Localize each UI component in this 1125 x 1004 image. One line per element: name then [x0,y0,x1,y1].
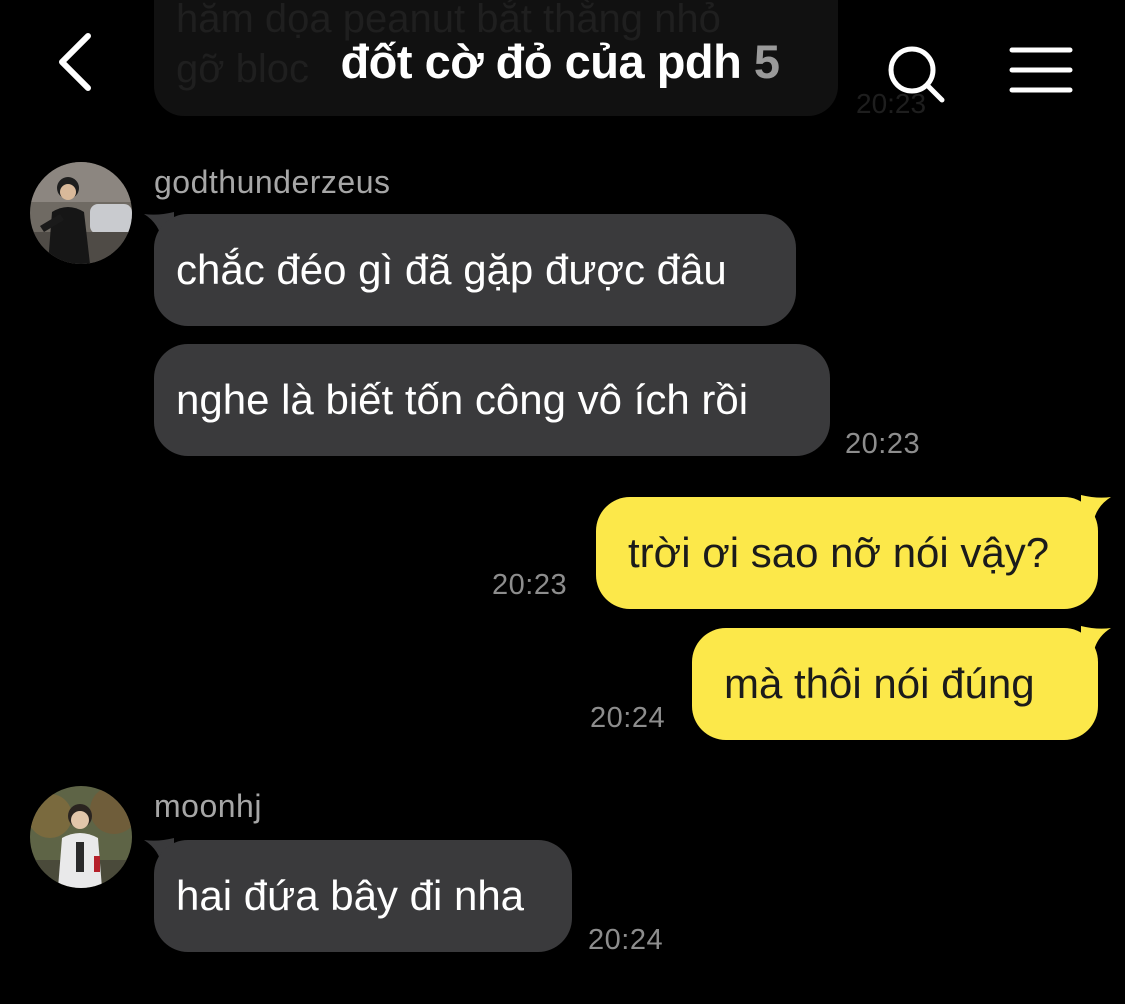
bubble-tail [1081,626,1111,656]
sender-name: godthunderzeus [154,164,391,200]
member-count: 5 [753,35,780,88]
message-bubble-outgoing[interactable]: trời ơi sao nỡ nói vậy? [596,497,1098,609]
message-time: 20:23 [845,428,921,460]
message-bubble[interactable]: nghe là biết tốn công vô ích rồi [154,344,830,456]
hamburger-menu-icon [1009,47,1073,93]
message-bubble[interactable]: chắc đéo gì đã gặp được đâu [154,214,796,326]
avatar-moonhj[interactable] [30,786,132,888]
sender-name: moonhj [154,788,262,824]
avatar-godthunderzeus[interactable] [30,162,132,264]
back-button[interactable] [40,22,120,102]
chat-title-text: đốt cờ đỏ của pdh [340,35,742,88]
search-icon [888,46,945,103]
bubble-tail [1081,495,1111,525]
message-bubble[interactable]: hai đứa bây đi nha [154,840,572,952]
message-time: 20:24 [590,702,666,734]
chat-header: đốt cờ đỏ của pdh 5 [0,0,1125,130]
chat-title: đốt cờ đỏ của pdh 5 [260,34,860,89]
message-time: 20:24 [588,924,664,956]
menu-button[interactable] [1006,40,1076,100]
search-button[interactable] [880,38,950,108]
message-time: 20:23 [492,569,568,601]
chevron-left-icon [59,33,91,91]
message-bubble-outgoing[interactable]: mà thôi nói đúng [692,628,1098,740]
